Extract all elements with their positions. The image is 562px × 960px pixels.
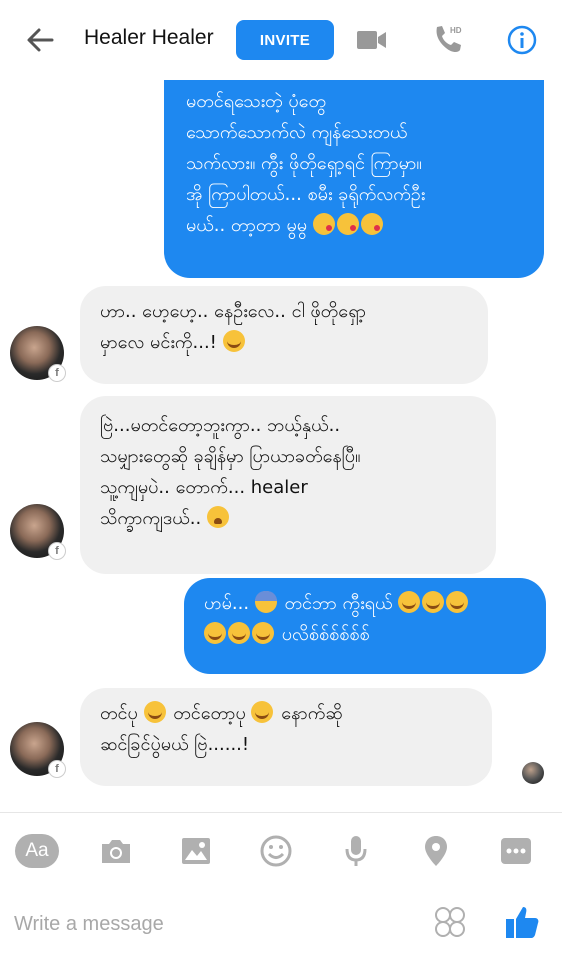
message-text: နောက်ဆို xyxy=(281,703,343,724)
message-line: သောက်သောက်လဲ ကျန်သေးတယ် xyxy=(186,122,408,143)
message-text: မယ်.. တာ့တာ မွမွ xyxy=(186,215,308,236)
message-line: မတင်ရသေးတဲ့ ပုံတွေ xyxy=(186,91,326,112)
crying-face-emoji-icon xyxy=(143,701,166,723)
more-options-button[interactable] xyxy=(494,829,538,873)
info-icon xyxy=(507,25,537,55)
emoji-icon xyxy=(260,835,292,867)
message-line: ဟမ်... တင်ဘာ ကွီးရယ် xyxy=(204,588,526,619)
message-line: ပလိစ်စ်စ်စ်စ်စ် xyxy=(204,619,526,650)
camera-button[interactable] xyxy=(94,829,138,873)
kissing-face-emoji-icon xyxy=(336,213,359,235)
microphone-button[interactable] xyxy=(334,829,378,873)
messenger-badge-icon: f xyxy=(48,364,66,382)
message-line: သမျှားတွေဆို ခုချိန်မှာ ပြာယာခတ်နေပြီ။ xyxy=(100,446,361,467)
hd-badge: HD xyxy=(450,26,462,35)
message-bubble-outgoing[interactable]: မတင်ရသေးတဲ့ ပုံတွေ သောက်သောက်လဲ ကျန်သေးတ… xyxy=(164,80,544,278)
message-text: ဟမ်... xyxy=(204,593,250,614)
avatar[interactable]: f xyxy=(10,326,66,382)
sticker-icon xyxy=(435,907,465,937)
message-bubble-outgoing[interactable]: ဟမ်... တင်ဘာ ကွီးရယ် ပလိစ်စ်စ်စ်စ်စ် xyxy=(184,578,546,674)
crying-face-emoji-icon xyxy=(252,622,274,644)
phone-hd-icon: HD xyxy=(436,26,462,53)
message-line: ဆင်ခြင်ပွဲမယ် ဗြဲ......! xyxy=(100,734,250,755)
message-line: ဟာ.. ဟေ့ဟေ့.. နေဦးလေ.. ငါ ဖိုတိုရှော့ xyxy=(100,301,367,322)
contact-name[interactable]: Healer Healer xyxy=(84,26,214,50)
crying-face-emoji-icon xyxy=(222,330,245,352)
message-thread[interactable]: မတင်ရသေးတဲ့ ပုံတွေ သောက်သောက်လဲ ကျန်သေးတ… xyxy=(0,80,562,812)
video-call-button[interactable] xyxy=(352,20,392,60)
thumbs-up-icon xyxy=(506,907,539,938)
messenger-badge-icon: f xyxy=(48,760,66,778)
kissing-face-emoji-icon xyxy=(360,213,383,235)
message-text: သိက္ခာကျဒယ်.. xyxy=(100,508,202,529)
crying-face-emoji-icon xyxy=(398,591,421,613)
message-line: သိက္ခာကျဒယ်.. xyxy=(100,503,476,534)
invite-button[interactable]: INVITE xyxy=(236,20,334,60)
weary-face-emoji-icon xyxy=(206,506,229,528)
chat-header: Healer Healer INVITE HD xyxy=(0,0,562,80)
location-button[interactable] xyxy=(414,829,458,873)
like-button[interactable] xyxy=(500,900,544,944)
message-line: မှာလေ မင်းကို...! xyxy=(100,327,468,358)
camera-icon xyxy=(102,840,130,863)
voice-call-button[interactable]: HD xyxy=(428,20,468,60)
text-style-icon: Aa xyxy=(15,834,59,868)
crying-face-emoji-icon xyxy=(422,591,445,613)
info-button[interactable] xyxy=(502,20,542,60)
emoji-button[interactable] xyxy=(254,829,298,873)
message-composer xyxy=(0,888,562,960)
message-input[interactable] xyxy=(14,906,414,942)
message-text: ပလိစ်စ်စ်စ်စ်စ် xyxy=(281,624,370,645)
message-line: တင်ပု တင်တော့ပု နောက်ဆို xyxy=(100,698,472,729)
gallery-button[interactable] xyxy=(174,829,218,873)
fearful-face-emoji-icon xyxy=(254,591,277,613)
kissing-face-emoji-icon xyxy=(312,213,335,235)
message-text: တင်ဘာ ကွီးရယ် xyxy=(284,593,393,614)
video-camera-icon xyxy=(357,31,386,49)
message-line: မယ်.. တာ့တာ မွမွ xyxy=(186,210,524,241)
location-icon xyxy=(425,836,447,866)
message-line: ဗြဲ...မတင်တော့ဘူးကွာ.. ဘယ့်နှယ်.. xyxy=(100,415,341,436)
message-bubble-incoming[interactable]: ဟာ.. ဟေ့ဟေ့.. နေဦးလေ.. ငါ ဖိုတိုရှော့ မှ… xyxy=(80,286,488,384)
message-bubble-incoming[interactable]: ဗြဲ...မတင်တော့ဘူးကွာ.. ဘယ့်နှယ်.. သမျှား… xyxy=(80,396,496,574)
text-style-label: Aa xyxy=(25,840,49,861)
message-text: တင်တော့ပု xyxy=(173,703,246,724)
message-bubble-incoming[interactable]: တင်ပု တင်တော့ပု နောက်ဆို ဆင်ခြင်ပွဲမယ် ဗ… xyxy=(80,688,492,786)
sticker-button[interactable] xyxy=(430,902,470,942)
message-line: သက်လား။ ကွီး ဖိုတိုရှော့ရင် ကြာမှာ။ xyxy=(186,153,422,174)
message-line: အို ကြာပါတယ်... စမီး ခုရိုက်လက်ဦး xyxy=(186,184,426,205)
arrow-left-icon xyxy=(27,28,54,52)
composer-toolbar: Aa xyxy=(0,812,562,888)
messenger-badge-icon: f xyxy=(48,542,66,560)
gallery-icon xyxy=(182,838,210,864)
avatar[interactable]: f xyxy=(10,504,66,560)
microphone-icon xyxy=(345,836,367,866)
avatar[interactable]: f xyxy=(10,722,66,778)
message-text: မှာလေ မင်းကို...! xyxy=(100,332,217,353)
message-line: သူ့ကျမှပဲ.. တောက်... healer xyxy=(100,477,308,498)
more-icon xyxy=(501,838,531,864)
text-style-button[interactable]: Aa xyxy=(14,829,60,873)
crying-face-emoji-icon xyxy=(446,591,469,613)
seen-indicator-avatar xyxy=(522,762,544,784)
message-text: တင်ပု xyxy=(100,703,138,724)
back-button[interactable] xyxy=(22,22,58,58)
crying-face-emoji-icon xyxy=(204,622,226,644)
crying-face-emoji-icon xyxy=(228,622,250,644)
crying-face-emoji-icon xyxy=(251,701,274,723)
